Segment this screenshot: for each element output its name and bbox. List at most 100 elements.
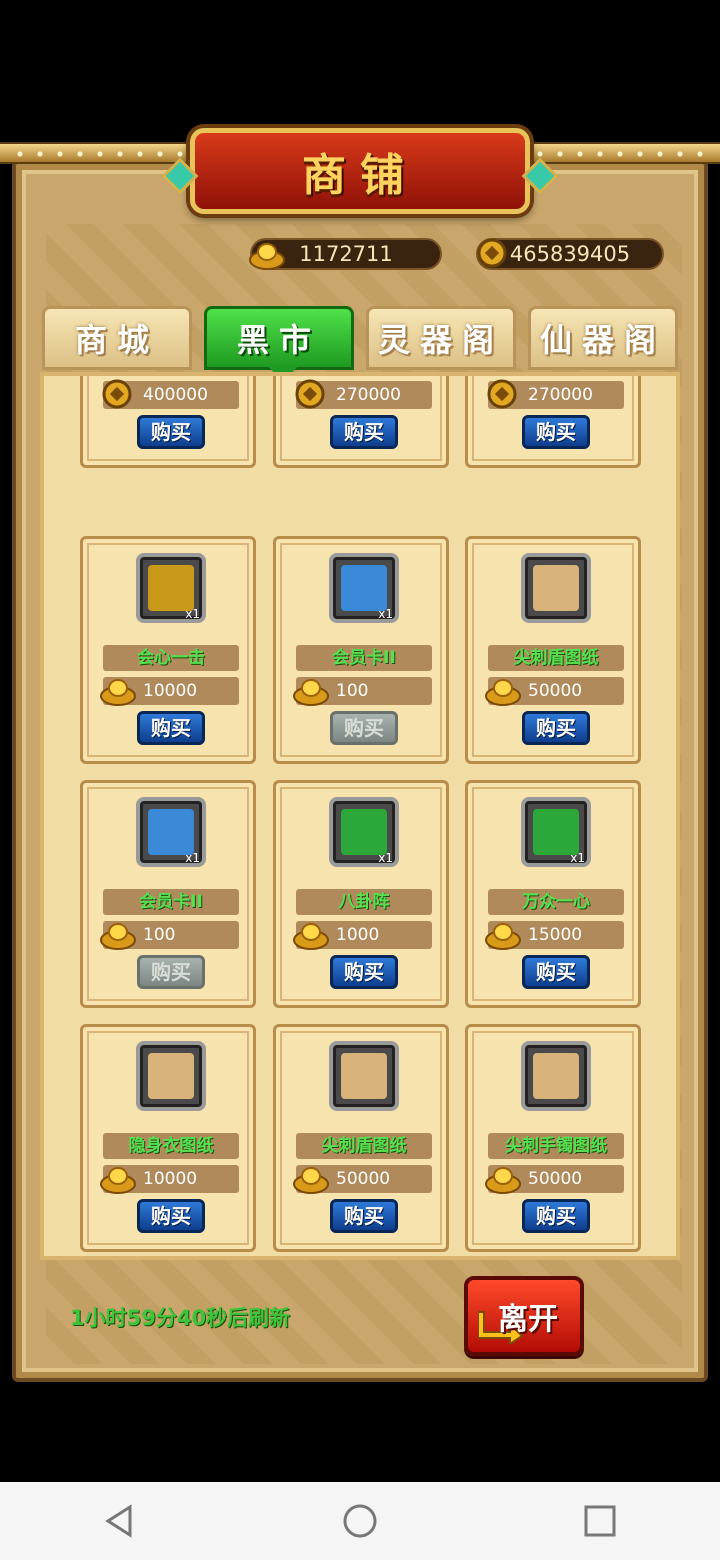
price-value: 50000 <box>528 681 583 701</box>
item-grid[interactable]: 技巧石 400000 购买 完美红宝石 270000 购买 完美黑宝石 270000 购买 x1 会… <box>40 372 680 1260</box>
item-quantity: x1 <box>378 607 393 621</box>
coin-amount: 465839405 <box>509 242 631 266</box>
item-image <box>148 565 194 611</box>
item-name: 技巧石 <box>103 372 239 375</box>
item-name: 尖刺盾图纸 <box>488 645 624 671</box>
item-image <box>341 1053 387 1099</box>
item-name: 会员卡II <box>103 889 239 915</box>
item-price: 1000 <box>293 921 432 950</box>
item-image <box>533 809 579 855</box>
buy-button[interactable]: 购买 <box>522 415 590 449</box>
shop-item-card: 技巧石 400000 购买 <box>80 372 256 468</box>
buy-button[interactable]: 购买 <box>330 711 398 745</box>
home-circle-icon <box>343 1504 377 1538</box>
shop-item-card: 尖刺盾图纸 50000 购买 <box>273 1024 449 1252</box>
shop-item-card: x1 会员卡II 100 购买 <box>80 780 256 1008</box>
gold-ingot-icon <box>293 923 329 950</box>
gold-ingot-icon <box>485 923 521 950</box>
buy-button[interactable]: 购买 <box>137 711 205 745</box>
item-price: 10000 <box>100 677 239 706</box>
system-nav-bar <box>0 1482 720 1560</box>
coin-icon <box>487 379 517 409</box>
coin-icon <box>102 379 132 409</box>
item-price: 270000 <box>487 379 624 409</box>
buy-button[interactable]: 购买 <box>522 955 590 989</box>
gold-amount: 1172711 <box>299 242 393 266</box>
vip-card-icon[interactable]: x1 <box>136 797 206 867</box>
item-name: 万众一心 <box>488 889 624 915</box>
page-title: 商铺 <box>302 150 418 201</box>
buy-button[interactable]: 购买 <box>522 711 590 745</box>
shop-item-card: 隐身衣图纸 10000 购买 <box>80 1024 256 1252</box>
item-price: 15000 <box>485 921 624 950</box>
shop-item-card: 尖刺手镯图纸 50000 购买 <box>465 1024 641 1252</box>
skill-book-green-icon[interactable]: x1 <box>521 797 591 867</box>
recents-square-icon <box>584 1505 616 1537</box>
leave-button[interactable]: 离开 <box>464 1276 584 1356</box>
skill-book-icon[interactable]: x1 <box>136 553 206 623</box>
refresh-timer: 1小时59分40秒后刷新 <box>70 1306 291 1330</box>
price-value: 10000 <box>143 681 198 701</box>
shop-item-card: 完美红宝石 270000 购买 <box>273 376 449 468</box>
coin-icon <box>477 238 507 268</box>
scroll-shield-icon[interactable] <box>329 1041 399 1111</box>
scroll-bracelet-icon[interactable] <box>521 1041 591 1111</box>
price-value: 1000 <box>336 925 380 945</box>
buy-button[interactable]: 购买 <box>522 1199 590 1233</box>
gold-ingot-icon <box>100 923 136 950</box>
tab-black-market[interactable]: 黑市 <box>204 306 354 383</box>
buy-button[interactable]: 购买 <box>330 955 398 989</box>
recents-nav-button[interactable] <box>570 1491 630 1551</box>
item-quantity: x1 <box>378 851 393 865</box>
item-price: 10000 <box>100 1165 239 1194</box>
price-value: 100 <box>143 925 176 945</box>
item-price: 400000 <box>102 379 239 409</box>
vip-card-icon[interactable]: x1 <box>329 553 399 623</box>
buy-button[interactable]: 购买 <box>330 415 398 449</box>
buy-button[interactable]: 购买 <box>137 1199 205 1233</box>
tab-immortal-pavilion[interactable]: 仙器阁 <box>528 306 678 370</box>
skill-book-green-icon[interactable]: x1 <box>329 797 399 867</box>
gold-ingot-icon <box>293 1167 329 1194</box>
item-quantity: x1 <box>185 851 200 865</box>
price-value: 100 <box>336 681 369 701</box>
back-nav-button[interactable] <box>90 1491 150 1551</box>
item-name: 隐身衣图纸 <box>103 1133 239 1159</box>
title-banner: 商铺 <box>161 128 559 214</box>
item-image <box>533 1053 579 1099</box>
item-name: 会员卡II <box>296 645 432 671</box>
tab-mall[interactable]: 商城 <box>42 306 192 370</box>
coin-icon <box>295 379 325 409</box>
price-value: 10000 <box>143 1169 198 1189</box>
buy-button[interactable]: 购买 <box>330 1199 398 1233</box>
item-price: 100 <box>293 677 432 706</box>
shop-item-card: x1 八卦阵 1000 购买 <box>273 780 449 1008</box>
gold-ingot-icon <box>249 243 285 270</box>
shop-item-card: 完美黑宝石 270000 购买 <box>465 372 641 468</box>
tab-spirit-pavilion[interactable]: 灵器阁 <box>366 306 516 370</box>
item-name: 完美黑宝石 <box>488 372 624 375</box>
item-image <box>341 565 387 611</box>
game-screen: 商铺 1172711 465839405 商城 黑市 灵器阁 仙器阁 技巧石 40… <box>0 0 720 1560</box>
item-image <box>533 565 579 611</box>
gold-ingot-icon <box>293 679 329 706</box>
price-value: 400000 <box>143 385 208 405</box>
shop-item-card: 尖刺盾图纸 50000 购买 <box>465 536 641 764</box>
scroll-cloak-icon[interactable] <box>136 1041 206 1111</box>
item-image <box>148 1053 194 1099</box>
buy-button[interactable]: 购买 <box>137 955 205 989</box>
item-name: 尖刺盾图纸 <box>296 1133 432 1159</box>
scroll-shield-icon[interactable] <box>521 553 591 623</box>
shop-item-card: x1 会员卡II 100 购买 <box>273 536 449 764</box>
buy-button[interactable]: 购买 <box>137 415 205 449</box>
item-name: 八卦阵 <box>296 889 432 915</box>
price-value: 50000 <box>528 1169 583 1189</box>
shop-item-card: x1 会心一击 10000 购买 <box>80 536 256 764</box>
home-nav-button[interactable] <box>330 1491 390 1551</box>
item-quantity: x1 <box>185 607 200 621</box>
item-image <box>341 809 387 855</box>
price-value: 270000 <box>336 385 401 405</box>
leave-label: 离开 <box>498 1302 558 1337</box>
item-price: 50000 <box>485 677 624 706</box>
item-price: 270000 <box>295 379 432 409</box>
